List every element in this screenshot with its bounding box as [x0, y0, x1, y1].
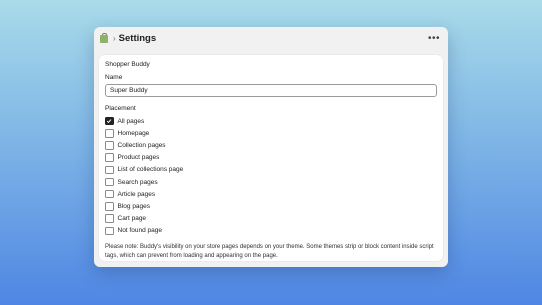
title-bar: › Settings ••• — [94, 27, 448, 49]
option-label: Cart page — [117, 215, 147, 223]
shopping-bag-icon[interactable] — [100, 33, 109, 43]
placement-option-blog-pages[interactable]: Blog pages — [105, 200, 437, 212]
option-label: List of collections page — [117, 166, 184, 174]
checkbox[interactable] — [105, 177, 114, 187]
option-label: All pages — [117, 117, 145, 125]
checkbox[interactable] — [105, 226, 114, 236]
option-label: Article pages — [117, 190, 156, 198]
name-input[interactable] — [105, 84, 437, 97]
placement-option-not-found-page[interactable]: Not found page — [105, 225, 437, 237]
checkbox[interactable] — [105, 189, 114, 199]
checkbox[interactable] — [105, 116, 114, 126]
placement-option-all-pages[interactable]: All pages — [105, 115, 437, 127]
option-label: Search pages — [117, 178, 158, 186]
checkbox[interactable] — [105, 153, 114, 162]
chevron-right-icon: › — [113, 33, 116, 43]
option-label: Homepage — [117, 129, 150, 137]
visibility-note: Please note: Buddy's visibility on your … — [105, 243, 434, 260]
checkbox[interactable] — [105, 214, 114, 223]
checkbox[interactable] — [105, 129, 114, 138]
name-label: Name — [105, 74, 123, 81]
placement-option-search-pages[interactable]: Search pages — [105, 176, 437, 188]
option-label: Product pages — [117, 154, 160, 162]
placement-label: Placement — [105, 105, 136, 112]
placement-option-product-pages[interactable]: Product pages — [105, 152, 437, 164]
placement-option-cart-page[interactable]: Cart page — [105, 213, 437, 225]
checkbox[interactable] — [105, 165, 114, 175]
checkbox[interactable] — [105, 141, 114, 150]
placement-option-list-of-collections[interactable]: List of collections page — [105, 164, 437, 176]
ellipsis-icon[interactable]: ••• — [428, 33, 440, 44]
settings-card: Shopper Buddy Name Placement All pages H… — [99, 55, 443, 261]
option-label: Blog pages — [117, 202, 151, 210]
option-label: Not found page — [117, 227, 162, 235]
placement-option-homepage[interactable]: Homepage — [105, 127, 437, 139]
section-title: Shopper Buddy — [105, 61, 150, 68]
placement-option-collection-pages[interactable]: Collection pages — [105, 139, 437, 151]
placement-option-article-pages[interactable]: Article pages — [105, 188, 437, 200]
placement-options: All pages Homepage Collection pages Prod… — [105, 115, 437, 237]
page-title: Settings — [118, 32, 157, 44]
checkbox[interactable] — [105, 202, 114, 211]
settings-window: › Settings ••• Shopper Buddy Name Placem… — [94, 27, 448, 267]
option-label: Collection pages — [117, 141, 166, 149]
